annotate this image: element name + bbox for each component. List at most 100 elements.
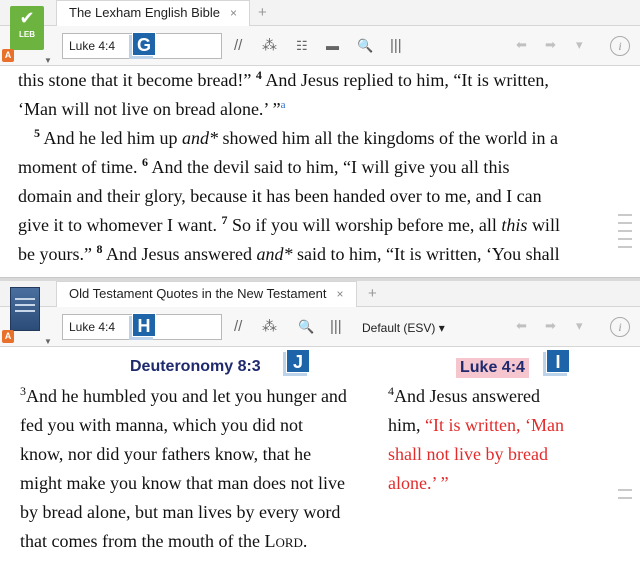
verse-text: might make you know that man does not li… bbox=[20, 473, 345, 493]
callout-marker-j: J bbox=[286, 349, 310, 373]
text-line: 4And Jesus answered bbox=[388, 382, 588, 411]
verse-text: fed you with manna, which you did not bbox=[20, 415, 303, 435]
text-line: alone.’ ” bbox=[388, 469, 588, 498]
leb-logo-label: LEB bbox=[19, 30, 35, 39]
badge-a: A bbox=[2, 330, 14, 343]
bible-panel: The Lexham English Bible × + // ⁂ ☷ ▬ 🔍 |… bbox=[0, 0, 640, 278]
ot-quote-text: 3And he humbled you and let you hunger a… bbox=[20, 382, 382, 556]
resource-icon[interactable]: A ▼ bbox=[0, 281, 56, 347]
toolbar: // ⁂ 🔍 ||| Default (ESV) ▾ ⬅ ➡ ▾ i H bbox=[0, 307, 640, 347]
leb-logo-icon: ✔ bbox=[19, 8, 35, 28]
toolbar: // ⁂ ☷ ▬ 🔍 ||| ⬅ ➡ ▾ i G bbox=[0, 26, 640, 66]
tab-bar: Old Testament Quotes in the New Testamen… bbox=[0, 281, 640, 308]
verse-text: And the devil said to him, “I will give … bbox=[147, 157, 510, 177]
nt-heading[interactable]: Luke 4:4 bbox=[456, 358, 529, 378]
verse-text: know, nor did your fathers know, that he bbox=[20, 444, 312, 464]
search-icon[interactable]: 🔍 bbox=[298, 317, 314, 337]
verse-text: And Jesus answered bbox=[394, 386, 540, 406]
words-of-christ: shall not live by bread bbox=[388, 444, 548, 464]
visual-filters-icon[interactable]: ⁂ bbox=[262, 36, 277, 56]
verse-text: said to him, “It is written, ‘You shall bbox=[292, 244, 560, 264]
verse-text: this stone that it become bread!” bbox=[18, 70, 256, 90]
footnote-marker[interactable]: a bbox=[281, 99, 286, 111]
text-line: him, “It is written, ‘Man bbox=[388, 411, 588, 440]
text-line: moment of time. 6 And the devil said to … bbox=[18, 153, 606, 182]
verse-text: by bread alone, but man lives by every w… bbox=[20, 502, 341, 522]
forward-icon[interactable]: ➡ bbox=[545, 318, 556, 334]
verse-text: domain and their glory, because it has b… bbox=[18, 186, 542, 206]
callout-marker-g: G bbox=[132, 32, 156, 56]
verse-text: him, bbox=[388, 415, 426, 435]
tab-title: The Lexham English Bible bbox=[69, 5, 221, 20]
callout-marker-h: H bbox=[132, 313, 156, 337]
text-line: by bread alone, but man lives by every w… bbox=[20, 498, 382, 527]
verse-text: moment of time. bbox=[18, 157, 142, 177]
panel-menu-icon[interactable]: ▬ bbox=[326, 36, 339, 56]
verse-text: showed him all the kingdoms of the world… bbox=[218, 128, 558, 148]
text-line: 5 And he led him up and* showed him all … bbox=[18, 124, 606, 153]
tab-lexham-english-bible[interactable]: The Lexham English Bible × bbox=[56, 0, 251, 27]
history-dropdown-icon[interactable]: ▾ bbox=[576, 37, 583, 53]
resource-dropdown-icon[interactable]: ▼ bbox=[44, 56, 52, 65]
bible-text: this stone that it become bread!” 4 And … bbox=[18, 66, 606, 269]
text-line: that comes from the mouth of the Lord. bbox=[20, 527, 382, 556]
back-icon[interactable]: ⬅ bbox=[516, 37, 527, 53]
text-line: 3And he humbled you and let you hunger a… bbox=[20, 382, 382, 411]
verse-text: . bbox=[302, 531, 308, 551]
text-display-icon[interactable]: ☷ bbox=[296, 36, 308, 56]
parallel-resources-icon[interactable]: // bbox=[234, 317, 242, 337]
close-tab-icon[interactable]: × bbox=[337, 287, 344, 301]
badge-a: A bbox=[2, 49, 14, 62]
words-of-christ: alone.’ ” bbox=[388, 473, 449, 493]
verse-text: And Jesus replied to him, “It is written… bbox=[261, 70, 549, 90]
search-icon[interactable]: 🔍 bbox=[357, 36, 373, 56]
leb-logo: ✔ LEB bbox=[10, 6, 44, 50]
columns-icon[interactable]: ||| bbox=[390, 36, 402, 56]
info-icon[interactable]: i bbox=[610, 36, 630, 56]
text-line: give it to whomever I want. 7 So if you … bbox=[18, 211, 606, 240]
back-icon[interactable]: ⬅ bbox=[516, 318, 527, 334]
verse-text: give it to whomever I want. bbox=[18, 215, 222, 235]
divine-name: Lord bbox=[264, 531, 303, 551]
text-line: shall not live by bread bbox=[388, 440, 588, 469]
new-tab-button[interactable]: + bbox=[258, 4, 267, 21]
text-line: be yours.” 8 And Jesus answered and* sai… bbox=[18, 240, 606, 269]
verse-text: will bbox=[527, 215, 560, 235]
book-cover-icon bbox=[10, 287, 40, 331]
resource-dropdown-icon[interactable]: ▼ bbox=[44, 337, 52, 346]
tab-ot-quotes[interactable]: Old Testament Quotes in the New Testamen… bbox=[56, 281, 357, 308]
words-of-christ: “It is written, ‘Man bbox=[425, 415, 564, 435]
ot-heading[interactable]: Deuteronomy 8:3 bbox=[130, 358, 261, 376]
ot-quotes-panel: Old Testament Quotes in the New Testamen… bbox=[0, 281, 640, 569]
forward-icon[interactable]: ➡ bbox=[545, 37, 556, 53]
nt-quote-text: 4And Jesus answered him, “It is written, … bbox=[388, 382, 588, 498]
info-icon[interactable]: i bbox=[610, 317, 630, 337]
columns-icon[interactable]: ||| bbox=[330, 317, 342, 337]
text-line: know, nor did your fathers know, that he bbox=[20, 440, 382, 469]
verse-text: that comes from the mouth of the bbox=[20, 531, 265, 551]
text-line: fed you with manna, which you did not bbox=[20, 411, 382, 440]
text-line: this stone that it become bread!” 4 And … bbox=[18, 66, 606, 95]
supplied-word: this bbox=[501, 215, 528, 235]
verse-text: be yours.” bbox=[18, 244, 97, 264]
verse-text: So if you will worship before me, all bbox=[227, 215, 502, 235]
tab-title: Old Testament Quotes in the New Testamen… bbox=[69, 286, 327, 301]
text-line: might make you know that man does not li… bbox=[20, 469, 382, 498]
tab-bar: The Lexham English Bible × + bbox=[0, 0, 640, 27]
callout-marker-i: I bbox=[546, 349, 570, 373]
verse-text: And he led him up bbox=[40, 128, 182, 148]
visual-filters-icon[interactable]: ⁂ bbox=[262, 317, 277, 337]
supplied-word: and* bbox=[256, 244, 293, 264]
scroll-indicator[interactable] bbox=[618, 214, 632, 254]
version-dropdown[interactable]: Default (ESV) ▾ bbox=[362, 321, 445, 335]
parallel-resources-icon[interactable]: // bbox=[234, 36, 242, 56]
verse-text: And Jesus answered bbox=[102, 244, 257, 264]
close-tab-icon[interactable]: × bbox=[230, 6, 237, 20]
text-line: ‘Man will not live on bread alone.’ ”a bbox=[18, 95, 606, 124]
verse-text: And he humbled you and let you hunger an… bbox=[26, 386, 347, 406]
scroll-indicator[interactable] bbox=[618, 489, 632, 505]
new-tab-button[interactable]: + bbox=[368, 285, 377, 302]
verse-text: ‘Man will not live on bread alone.’ ” bbox=[18, 99, 281, 119]
history-dropdown-icon[interactable]: ▾ bbox=[576, 318, 583, 334]
resource-icon[interactable]: ✔ LEB A ▼ bbox=[0, 0, 56, 66]
